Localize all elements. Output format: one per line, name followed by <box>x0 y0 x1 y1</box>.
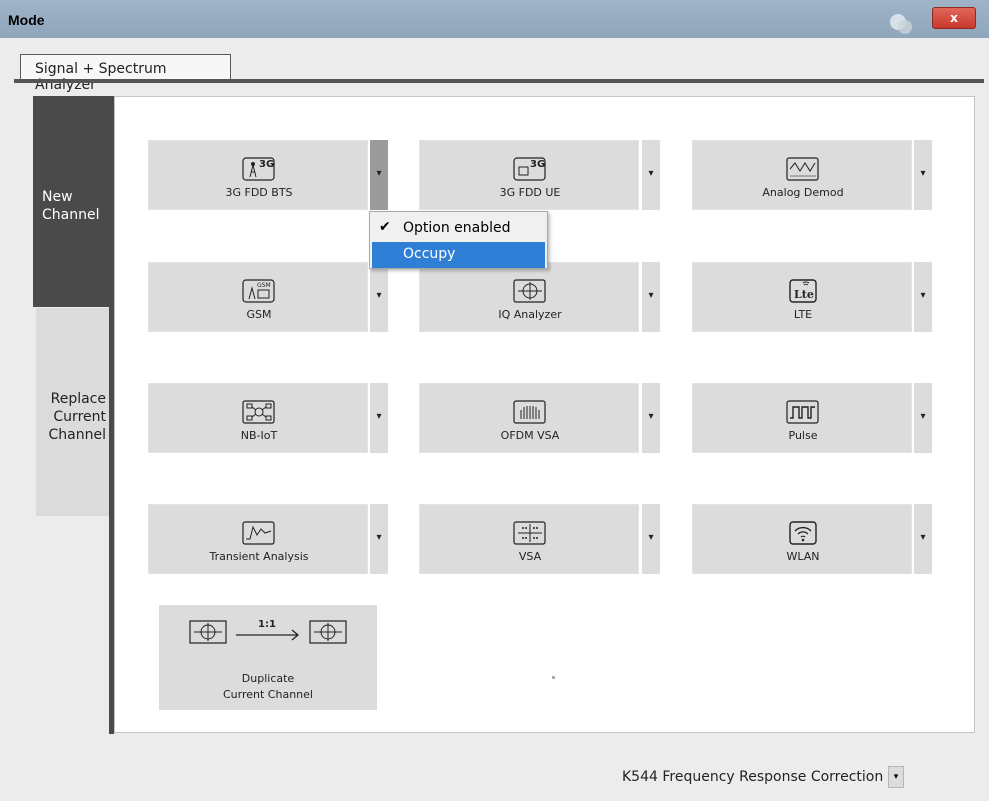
vsa-icon <box>513 521 546 545</box>
ofdm-vsa-icon <box>513 400 546 424</box>
nb-iot-icon <box>242 400 275 424</box>
close-button[interactable]: x <box>932 7 976 29</box>
app-tile-vsa[interactable]: VSA <box>419 504 639 574</box>
side-tab-new-channel-label: New Channel <box>42 189 100 223</box>
app-dropdown-lte[interactable]: ▾ <box>914 262 932 332</box>
app-label: 3G FDD UE <box>499 186 561 199</box>
app-label: Pulse <box>788 429 818 442</box>
app-dropdown-3g-fdd-bts[interactable]: ▾ <box>370 140 388 210</box>
app-label: Transient Analysis <box>209 550 309 563</box>
decorative-dot <box>552 676 555 679</box>
menu-item-label: Occupy <box>403 246 456 262</box>
context-menu: ✔ Option enabled Occupy <box>369 211 548 269</box>
app-dropdown-wlan[interactable]: ▾ <box>914 504 932 574</box>
gsm-icon: GSM <box>242 279 275 303</box>
app-dropdown-3g-fdd-ue[interactable]: ▾ <box>642 140 660 210</box>
app-label: LTE <box>793 308 813 321</box>
duplicate-ratio-label: 1:1 <box>258 619 276 630</box>
option-dropdown[interactable]: ▾ <box>888 766 904 788</box>
title-bar: Mode x <box>0 0 989 38</box>
svg-text:GSM: GSM <box>257 282 271 289</box>
app-dropdown-pulse[interactable]: ▾ <box>914 383 932 453</box>
app-tile-3g-fdd-bts[interactable]: 3G 3G FDD BTS <box>148 140 368 210</box>
app-label: OFDM VSA <box>500 429 560 442</box>
app-label: IQ Analyzer <box>498 308 562 321</box>
app-label: Analog Demod <box>762 186 844 199</box>
app-tile-analog-demod[interactable]: Analog Demod <box>692 140 912 210</box>
app-tile-gsm[interactable]: GSM GSM <box>148 262 368 332</box>
option-label: K544 Frequency Response Correction <box>622 769 884 785</box>
app-dropdown-gsm[interactable]: ▾ <box>370 262 388 332</box>
svg-text:3G: 3G <box>259 159 274 170</box>
transient-analysis-icon <box>242 521 275 545</box>
svg-text:3G: 3G <box>530 159 545 170</box>
app-dropdown-vsa[interactable]: ▾ <box>642 504 660 574</box>
app-tile-pulse[interactable]: Pulse <box>692 383 912 453</box>
duplicate-channel-label: Duplicate Current Channel <box>223 672 313 701</box>
wlan-icon <box>789 521 817 545</box>
pulse-icon <box>786 400 819 424</box>
app-tile-iq-analyzer[interactable]: IQ Analyzer <box>419 262 639 332</box>
3g-ue-icon: 3G <box>513 157 546 181</box>
3g-bts-icon: 3G <box>242 157 275 181</box>
tab-signal-spectrum-analyzer[interactable]: Signal + Spectrum Analyzer <box>20 54 231 93</box>
check-icon: ✔ <box>379 219 391 235</box>
iq-analyzer-icon <box>513 279 546 303</box>
tab-underline <box>14 79 984 83</box>
app-tile-wlan[interactable]: WLAN <box>692 504 912 574</box>
app-label: WLAN <box>786 550 820 563</box>
menu-item-label: Option enabled <box>403 220 511 236</box>
app-tile-lte[interactable]: Lte LTE <box>692 262 912 332</box>
analog-demod-icon <box>786 157 819 181</box>
menu-item-option-enabled[interactable]: ✔ Option enabled <box>372 216 545 242</box>
app-dropdown-iq-analyzer[interactable]: ▾ <box>642 262 660 332</box>
side-tab-replace-channel[interactable]: Replace Current Channel <box>36 308 110 516</box>
side-tab-new-channel[interactable]: New Channel <box>33 96 111 307</box>
app-tile-transient-analysis[interactable]: Transient Analysis <box>148 504 368 574</box>
status-icon <box>886 12 914 34</box>
app-label: GSM <box>246 308 272 321</box>
app-tile-nb-iot[interactable]: NB-IoT <box>148 383 368 453</box>
svg-text:Lte: Lte <box>794 288 814 301</box>
duplicate-channel-button[interactable]: 1:1 Duplicate Current Channel <box>159 605 377 710</box>
app-dropdown-nb-iot[interactable]: ▾ <box>370 383 388 453</box>
app-label: VSA <box>518 550 542 563</box>
app-tile-3g-fdd-ue[interactable]: 3G 3G FDD UE <box>419 140 639 210</box>
window-title: Mode <box>8 12 45 28</box>
side-tab-replace-channel-label: Replace Current Channel <box>48 391 106 443</box>
app-dropdown-ofdm-vsa[interactable]: ▾ <box>642 383 660 453</box>
app-label: NB-IoT <box>240 429 278 442</box>
app-tile-ofdm-vsa[interactable]: OFDM VSA <box>419 383 639 453</box>
app-label: 3G FDD BTS <box>225 186 293 199</box>
app-dropdown-transient-analysis[interactable]: ▾ <box>370 504 388 574</box>
lte-icon: Lte <box>789 279 817 303</box>
app-dropdown-analog-demod[interactable]: ▾ <box>914 140 932 210</box>
menu-item-occupy[interactable]: Occupy <box>372 242 545 268</box>
